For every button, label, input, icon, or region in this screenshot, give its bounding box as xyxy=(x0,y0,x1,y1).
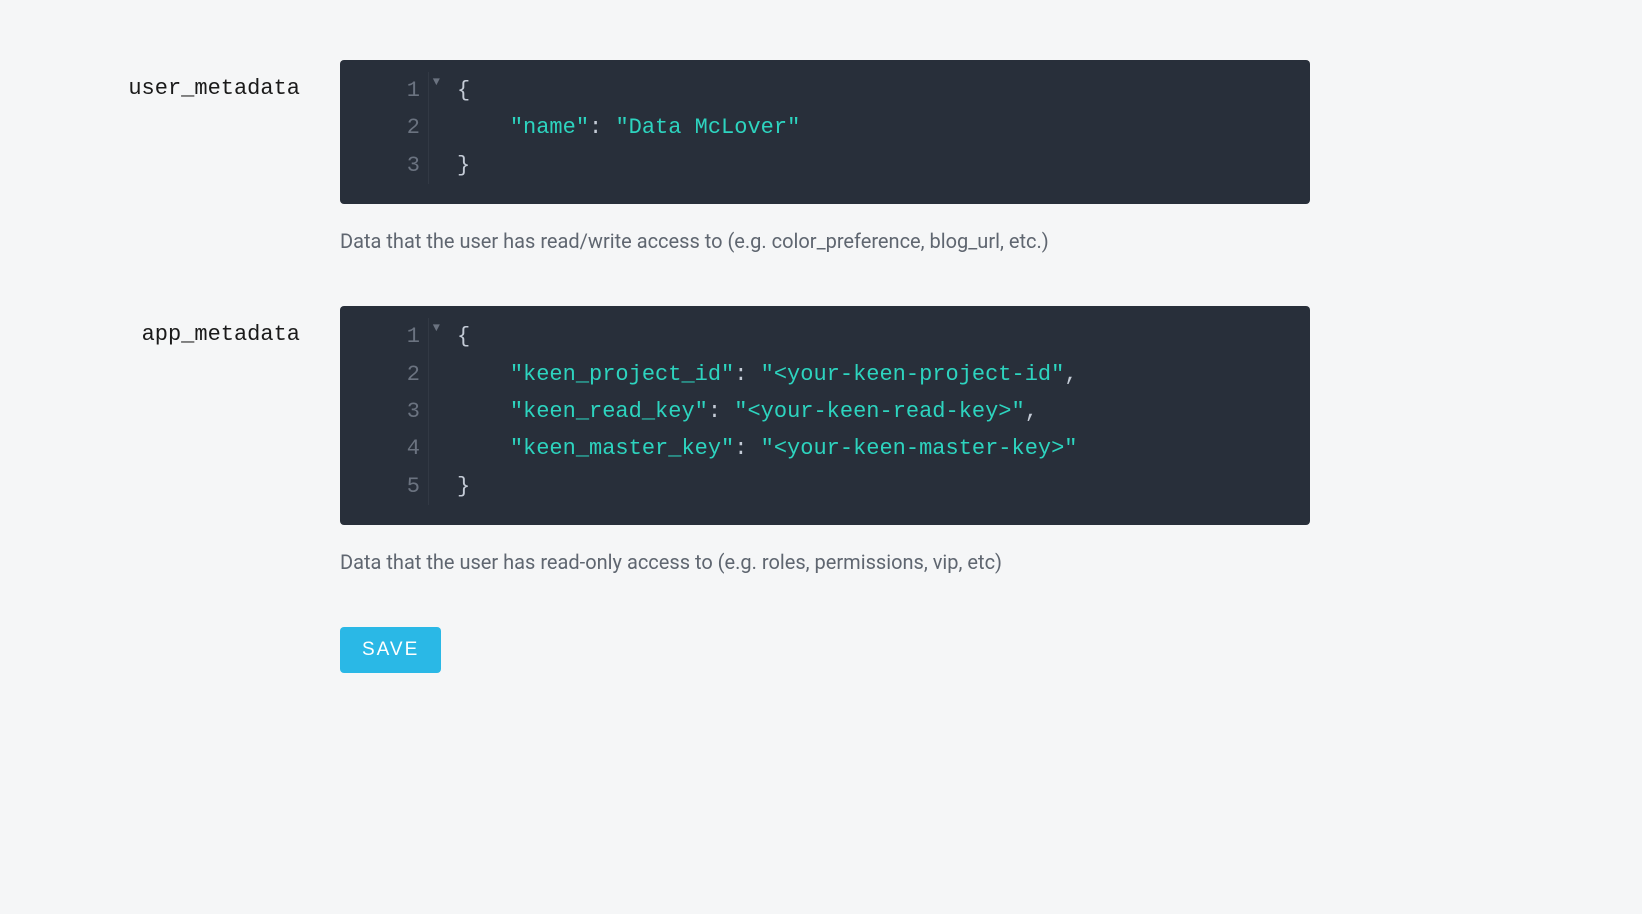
line-number: 1 ▼ xyxy=(340,318,420,355)
app-metadata-label: app_metadata xyxy=(80,306,340,347)
app-metadata-gutter: 1 ▼ 2 3 4 5 xyxy=(340,318,428,505)
app-metadata-row: app_metadata 1 ▼ 2 3 4 5 { "keen_project… xyxy=(80,306,1562,577)
user-metadata-label: user_metadata xyxy=(80,60,340,101)
user-metadata-helper: Data that the user has read/write access… xyxy=(340,226,1310,256)
user-metadata-code[interactable]: { "name": "Data McLover" } xyxy=(428,72,1310,184)
code-line: "keen_master_key": "<your-keen-master-ke… xyxy=(457,430,1310,467)
actions-label-spacer xyxy=(80,627,340,643)
line-number: 3 xyxy=(340,393,420,430)
line-number: 2 xyxy=(340,109,420,146)
app-metadata-helper: Data that the user has read-only access … xyxy=(340,547,1310,577)
code-line: "name": "Data McLover" xyxy=(457,109,1310,146)
user-metadata-editor[interactable]: 1 ▼ 2 3 { "name": "Data McLover" } xyxy=(340,60,1310,204)
line-number: 5 xyxy=(340,468,420,505)
line-number: 1 ▼ xyxy=(340,72,420,109)
app-metadata-editor[interactable]: 1 ▼ 2 3 4 5 { "keen_project_id": "<your-… xyxy=(340,306,1310,525)
line-number: 2 xyxy=(340,356,420,393)
save-button[interactable]: SAVE xyxy=(340,627,441,673)
app-metadata-content: 1 ▼ 2 3 4 5 { "keen_project_id": "<your-… xyxy=(340,306,1310,577)
code-line: { xyxy=(457,318,1310,355)
line-number: 3 xyxy=(340,147,420,184)
code-line: "keen_read_key": "<your-keen-read-key>", xyxy=(457,393,1310,430)
code-line: } xyxy=(457,468,1310,505)
fold-toggle-icon[interactable]: ▼ xyxy=(433,318,440,338)
actions-row: SAVE xyxy=(80,627,1562,673)
actions-content: SAVE xyxy=(340,627,1310,673)
app-metadata-code[interactable]: { "keen_project_id": "<your-keen-project… xyxy=(428,318,1310,505)
line-number: 4 xyxy=(340,430,420,467)
user-metadata-gutter: 1 ▼ 2 3 xyxy=(340,72,428,184)
user-metadata-row: user_metadata 1 ▼ 2 3 { "name": "Data Mc… xyxy=(80,60,1562,256)
code-line: } xyxy=(457,147,1310,184)
code-line: "keen_project_id": "<your-keen-project-i… xyxy=(457,356,1310,393)
code-line: { xyxy=(457,72,1310,109)
user-metadata-content: 1 ▼ 2 3 { "name": "Data McLover" } Data … xyxy=(340,60,1310,256)
fold-toggle-icon[interactable]: ▼ xyxy=(433,72,440,92)
